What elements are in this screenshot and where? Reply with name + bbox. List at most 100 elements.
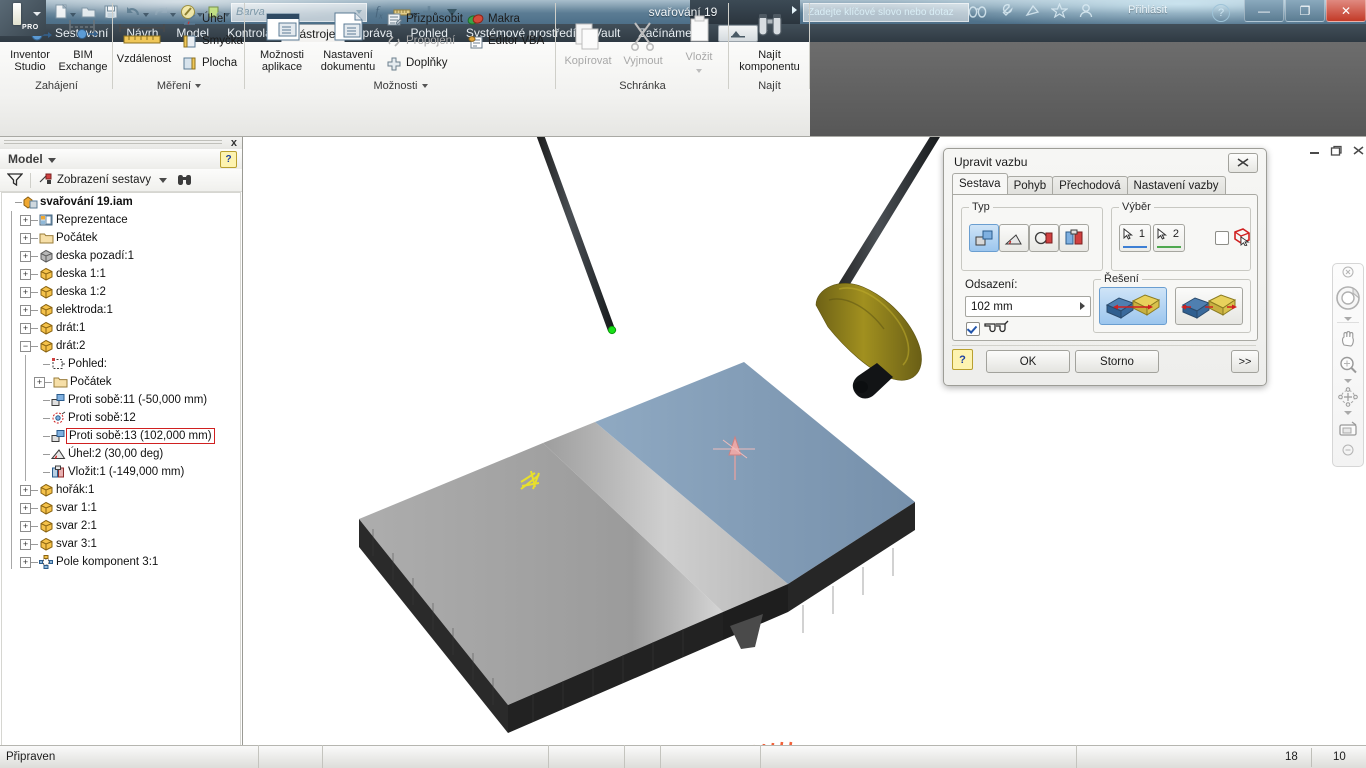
tree-expander-plus[interactable]: + [20,214,31,226]
tree-item[interactable]: + svar 1:1 [2,499,240,517]
find-component-button[interactable]: Najít komponentu [733,8,806,73]
loop-button[interactable]: Smyčka [181,30,243,52]
dialog-tabs[interactable]: Sestava Pohyb Přechodová Nastavení vazby [952,173,1258,195]
tree-expander-plus[interactable]: + [20,286,31,298]
tree-expander-plus[interactable]: + [20,304,31,316]
help-icon[interactable]: ? [1212,4,1230,22]
search-input[interactable]: Zadejte klíčové slovo nebo dotaz [803,3,969,22]
wrench-icon[interactable] [997,3,1014,21]
tree-item[interactable]: + hořák:1 [2,481,240,499]
cancel-button[interactable]: Storno [1075,350,1159,373]
offset-input[interactable]: 102 mm [965,296,1091,317]
tree-item[interactable]: + Počátek [2,373,240,391]
chevron-down-icon[interactable] [421,83,428,88]
tree-expander-plus[interactable]: + [20,268,31,280]
pan-hand-icon[interactable] [1333,326,1363,352]
maximize-button[interactable]: ❐ [1285,0,1325,22]
select-2-button[interactable]: 2 [1153,224,1185,252]
macro-button[interactable]: Makra [467,8,520,30]
navbar-close-icon[interactable] [1333,264,1363,280]
tree-expander-plus[interactable]: + [20,538,31,550]
tree-expander-minus[interactable]: − [20,340,31,352]
dialog-tab-přechodová[interactable]: Přechodová [1052,176,1128,195]
tree-item[interactable]: Proti sobě:12 [2,409,240,427]
show-preview-checkbox[interactable] [966,322,980,336]
constraint-insert-button[interactable] [1059,224,1089,252]
tree-item[interactable]: Vložit:1 (-149,000 mm) [2,463,240,481]
orbit-caret-icon[interactable] [1344,411,1352,415]
look-at-icon[interactable] [1333,416,1363,442]
navigation-bar[interactable] [1332,263,1364,467]
app-menu-caret-icon[interactable] [33,12,41,16]
edit-constraint-dialog[interactable]: Upravit vazbu Sestava Pohyb Přechodová Nast… [943,148,1267,386]
customize-button[interactable]: Přizpůsobit [385,8,463,30]
tree-item[interactable]: + elektroda:1 [2,301,240,319]
tree-expander-plus[interactable]: + [20,484,31,496]
tree-item[interactable]: + Pole komponent 3:1 [2,553,240,571]
tree-expander-plus[interactable]: + [20,250,31,262]
tree-expander-plus[interactable]: + [34,376,45,388]
constraint-mate-button[interactable] [969,224,999,252]
browser-title-bar[interactable]: Model ? [0,149,242,170]
zoom-icon[interactable] [1333,352,1363,378]
binoculars-icon[interactable] [176,172,193,189]
avatar[interactable] [1078,3,1094,21]
ok-button[interactable]: OK [986,350,1070,373]
minimize-button[interactable]: — [1244,0,1284,22]
chevron-down-icon[interactable] [195,83,202,88]
close-button[interactable]: ✕ [1326,0,1366,22]
document-settings-button[interactable]: Nastavení dokumentu [313,8,383,73]
tree-expander-plus[interactable]: + [20,556,31,568]
more-options-button[interactable]: >> [1231,350,1259,373]
paste-caret-icon[interactable] [696,69,702,73]
star-icon[interactable] [1050,2,1069,21]
orbit-icon[interactable] [1333,384,1363,410]
tree-item[interactable]: − drát:2 [2,337,240,355]
solution-flush-button[interactable] [1099,287,1167,325]
doc-minimize-button[interactable] [1308,145,1321,160]
satellite-icon[interactable] [1024,3,1041,21]
chevron-down-icon[interactable] [158,177,167,183]
tree-item[interactable]: Proti sobě:13 (102,000 mm) [2,427,240,445]
browser-help-button[interactable]: ? [220,151,237,168]
navbar-expand-icon[interactable] [1333,442,1363,458]
copy-button[interactable]: Kopírovat [558,14,618,67]
paste-button[interactable]: Vložit [672,10,726,76]
area-button[interactable]: Plocha [181,52,237,74]
steering-wheel-icon[interactable] [1333,280,1363,316]
tree-expander-plus[interactable]: + [20,502,31,514]
distance-button[interactable]: Vzdálenost [113,12,175,65]
window-controls[interactable]: — ❐ ✕ [1243,0,1366,24]
tree-item[interactable]: Úhel:2 (30,00 deg) [2,445,240,463]
filter-icon[interactable] [6,172,24,189]
sign-in-button[interactable]: Přihlásit [1128,4,1167,16]
tree-expander-plus[interactable]: + [20,322,31,334]
zoom-caret-icon[interactable] [1344,379,1352,383]
chevron-down-icon[interactable] [47,158,56,163]
addins-button[interactable]: Doplňky [385,52,448,74]
select-1-button[interactable]: 1 [1119,224,1151,252]
binoculars-icon[interactable] [968,3,987,21]
dialog-tab-pohyb[interactable]: Pohyb [1006,176,1054,195]
application-options-button[interactable]: Možnosti aplikace [251,8,313,73]
tree-item[interactable]: + Počátek [2,229,240,247]
tree-item[interactable]: + deska 1:2 [2,283,240,301]
document-window-controls[interactable] [1308,144,1364,160]
tree-item[interactable]: + drát:1 [2,319,240,337]
tree-item[interactable]: svařování 19.iam [2,193,240,211]
tree-expander-plus[interactable]: + [20,520,31,532]
dialog-help-button[interactable]: ? [952,349,973,370]
dialog-tab-nastavení-vazby[interactable]: Nastavení vazby [1126,176,1226,195]
tree-item[interactable]: + svar 3:1 [2,535,240,553]
browser-close-button[interactable]: x [231,137,237,149]
solution-opposed-button[interactable] [1175,287,1243,325]
vba-editor-button[interactable]: Editor VBA [467,30,544,52]
cut-button[interactable]: Vyjmout [614,14,672,67]
tree-item[interactable]: + deska pozadí:1 [2,247,240,265]
angle-button[interactable]: Úhel [181,8,226,30]
tree-item[interactable]: Proti sobě:11 (-50,000 mm) [2,391,240,409]
link-button[interactable]: Propojení [385,30,455,52]
tree-item[interactable]: + Reprezentace [2,211,240,229]
dialog-close-button[interactable] [1228,153,1258,173]
title-right-icons[interactable] [968,2,1094,22]
